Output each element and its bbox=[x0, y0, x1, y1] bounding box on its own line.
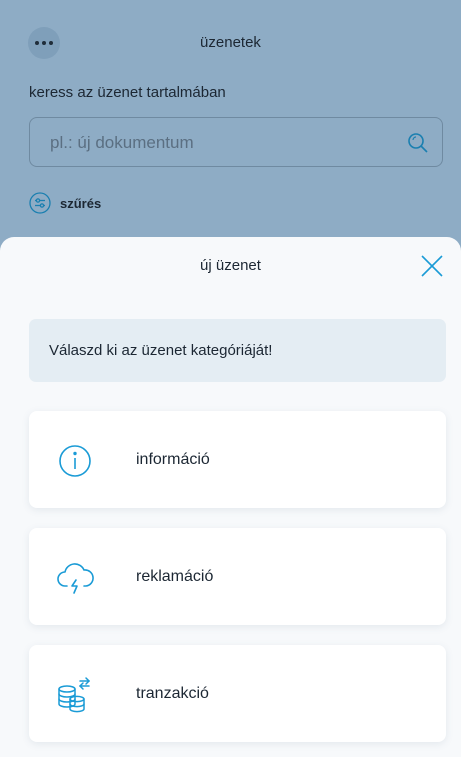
filter-button[interactable]: szűrés bbox=[29, 192, 101, 214]
info-icon bbox=[59, 445, 91, 477]
coins-transfer-icon bbox=[58, 677, 91, 713]
close-icon[interactable] bbox=[419, 253, 445, 279]
search-icon[interactable] bbox=[406, 131, 430, 155]
category-label: tranzakció bbox=[136, 684, 209, 702]
sheet-title: új üzenet bbox=[200, 257, 261, 274]
category-card-transaction[interactable]: tranzakció bbox=[29, 645, 446, 742]
instruction-banner: Válaszd ki az üzenet kategóriáját! bbox=[29, 319, 446, 382]
page-title: üzenetek bbox=[200, 34, 261, 51]
new-message-sheet: új üzenet Válaszd ki az üzenet kategóriá… bbox=[0, 237, 461, 757]
cloud-lightning-icon bbox=[57, 563, 94, 594]
filter-icon bbox=[29, 192, 51, 214]
category-card-complaint[interactable]: reklamáció bbox=[29, 528, 446, 625]
search-field-container bbox=[29, 117, 443, 168]
category-card-information[interactable]: információ bbox=[29, 411, 446, 508]
search-label: keress az üzenet tartalmában bbox=[29, 84, 226, 101]
filter-label: szűrés bbox=[60, 195, 102, 211]
category-label: információ bbox=[136, 450, 210, 468]
search-input[interactable] bbox=[48, 118, 392, 168]
category-label: reklamáció bbox=[136, 567, 214, 585]
